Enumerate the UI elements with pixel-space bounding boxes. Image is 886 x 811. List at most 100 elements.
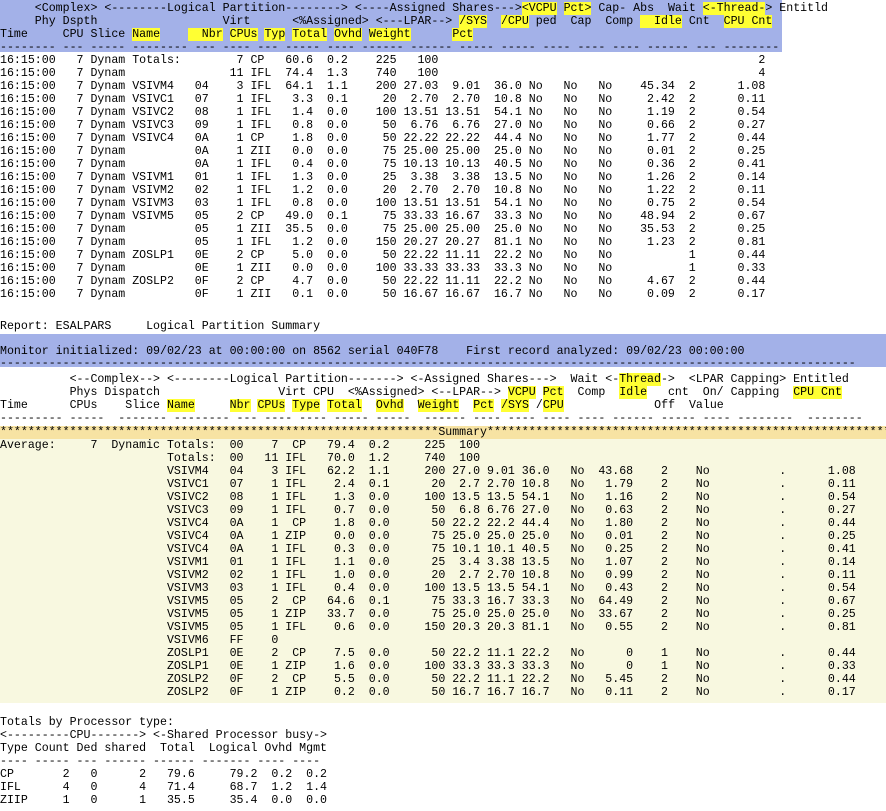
summary-header-line: --------- ----- ------- -------- --- ---…	[0, 412, 886, 425]
column-label-text: -------- --- ----- -------- --- ---- ---…	[0, 41, 780, 54]
highlighted-column-label: Idle	[640, 15, 682, 28]
summary-row: ZOSLP1 0E 2 CP 7.5 0.0 50 22.2 11.1 22.2…	[0, 647, 856, 660]
column-label-text	[362, 399, 376, 412]
header-line: <Complex> <--------Logical Partition----…	[0, 2, 886, 15]
highlighted-column-label: CPU Cnt	[723, 15, 773, 28]
highlighted-column-label: Idle	[619, 386, 648, 399]
highlighted-column-label: <VCPU	[521, 2, 557, 15]
table-row: 16:15:00 7 Dynam VSIVM3 03 1 IFL 0.8 0.0…	[0, 197, 766, 210]
table-row: 16:15:00 7 Dynam ZOSLP1 0E 2 CP 5.0 0.0 …	[0, 249, 766, 262]
summary-row: Average: 7 Dynamic Totals: 00 7 CP 79.4 …	[0, 439, 877, 452]
highlighted-column-label: Total	[327, 399, 362, 412]
highlighted-column-label: CPU Cnt	[793, 386, 842, 399]
column-label-text: Comp	[563, 386, 620, 399]
highlighted-column-label: CPUs	[229, 28, 258, 41]
summary-row: VSIVM5 05 1 IFL 0.6 0.0 150 20.3 20.3 81…	[0, 621, 856, 634]
column-label-text: --------- ----- ------- -------- --- ---…	[0, 412, 863, 425]
column-label-text: -> <LPAR Capping> Entitled	[660, 373, 849, 386]
table-row: 16:15:00 7 Dynam 05 1 IFL 1.2 0.0 150 20…	[0, 236, 766, 249]
summary-row: VSIVM1 01 1 IFL 1.1 0.0 25 3.4 3.38 13.5…	[0, 556, 856, 569]
table-row: 16:15:00 7 Dynam VSIVM4 04 3 IFL 64.1 1.…	[0, 80, 766, 93]
table-row: 16:15:00 7 Dynam VSIVM2 02 1 IFL 1.2 0.0…	[0, 184, 766, 197]
summary-row: ZOSLP1 0E 1 ZIP 1.6 0.0 100 33.3 33.3 33…	[0, 660, 856, 673]
summary-banner: ****************************************…	[0, 426, 886, 439]
highlighted-column-label: Typ	[264, 28, 286, 41]
summary-row: Totals: 00 11 IFL 70.0 1.2 740 100	[0, 452, 877, 465]
table-row: 16:15:00 7 Dynam ZOSLP2 0F 2 CP 4.7 0.0 …	[0, 275, 766, 288]
highlighted-column-label: Type	[292, 399, 321, 412]
summary-row: VSIVM4 04 3 IFL 62.2 1.1 200 27.0 9.01 3…	[0, 465, 856, 478]
highlighted-column-label: /CPU	[500, 15, 529, 28]
processor-row: ZIIP 1 0 1 35.5 35.4 0.0 0.0	[0, 794, 327, 807]
highlighted-column-label: Weight	[368, 28, 411, 41]
table-row: 16:15:00 7 Dynam 0A 1 ZII 0.0 0.0 75 25.…	[0, 145, 766, 158]
highlighted-column-label: Name	[132, 28, 161, 41]
column-label-text	[404, 399, 418, 412]
column-label-text	[487, 15, 501, 28]
highlighted-column-label: Total	[292, 28, 328, 41]
table-row: 16:15:00 7 Dynam 0E 1 ZII 0.0 0.0 100 33…	[0, 262, 766, 275]
table-row: 16:15:00 7 Dynam VSIVC2 08 1 IFL 1.4 0.0…	[0, 106, 766, 119]
highlighted-column-label: Pct>	[563, 2, 592, 15]
summary-row: VSIVM5 05 1 ZIP 33.7 0.0 75 25.0 25.0 25…	[0, 608, 856, 621]
summary-row: VSIVC4 0A 1 IFL 0.3 0.0 75 10.1 10.1 40.…	[0, 543, 856, 556]
table-row: 16:15:00 7 Dynam VSIVC1 07 1 IFL 3.3 0.1…	[0, 93, 766, 106]
highlighted-column-label: CPUs	[257, 399, 286, 412]
header-line: -------- --- ----- -------- --- ---- ---…	[0, 41, 886, 54]
table-row: 16:15:00 7 Dynam 0A 1 IFL 0.4 0.0 75 10.…	[0, 158, 766, 171]
processor-row: IFL 4 0 4 71.4 68.7 1.2 1.4	[0, 781, 327, 794]
highlighted-column-label: CPU	[542, 399, 564, 412]
separator-line: ----------------------------------------…	[0, 357, 856, 370]
highlighted-column-label: <-Thread-	[702, 2, 766, 15]
summary-header-line: <--Complex--> <--------Logical Partition…	[0, 373, 886, 386]
summary-row: ZOSLP2 0F 2 CP 5.5 0.0 50 22.2 11.1 22.2…	[0, 673, 856, 686]
summary-header-line: Phys Dispatch Virt CPU <%Assigned> <--LP…	[0, 386, 886, 399]
processor-row: CP 2 0 2 79.6 79.2 0.2 0.2	[0, 768, 327, 781]
table-row: 16:15:00 7 Dynam 0F 1 ZII 0.1 0.0 50 16.…	[0, 288, 766, 301]
column-label-text	[557, 2, 564, 15]
column-label-text: cnt On/ Capping	[647, 386, 794, 399]
summary-row: VSIVM6 FF 0	[0, 634, 849, 647]
summary-row: VSIVC1 07 1 IFL 2.4 0.1 20 2.7 2.70 10.8…	[0, 478, 856, 491]
processor-header-line: ---- ----- --- ------ ------ ------- ---…	[0, 755, 321, 768]
column-label-text	[362, 28, 369, 41]
column-label-text: Cnt	[681, 15, 724, 28]
processor-header-line: Type Count Ded shared Total Logical Ovhd…	[0, 742, 327, 755]
column-label-text: /	[528, 399, 543, 412]
summary-row: VSIVM5 05 2 CP 64.6 0.1 75 33.3 16.7 33.…	[0, 595, 856, 608]
summary-row: VSIVM3 03 1 IFL 0.4 0.0 100 13.5 13.5 54…	[0, 582, 856, 595]
column-label-text	[223, 28, 230, 41]
table-row: 16:15:00 7 Dynam Totals: 7 CP 60.6 0.2 2…	[0, 54, 766, 67]
summary-row: VSIVC2 08 1 IFL 1.3 0.0 100 13.5 13.5 54…	[0, 491, 856, 504]
summary-row: ZOSLP2 0F 1 ZIP 0.2 0.0 50 16.7 16.7 16.…	[0, 686, 856, 699]
highlighted-column-label: Ovhd	[375, 399, 404, 412]
column-label-text: > Entitld	[765, 2, 828, 15]
highlighted-column-label: Pct	[473, 399, 495, 412]
table-row: 16:15:00 7 Dynam VSIVC3 09 1 IFL 0.8 0.0…	[0, 119, 766, 132]
table-row: 16:15:00 7 Dynam VSIVM1 01 1 IFL 1.3 0.0…	[0, 171, 766, 184]
column-label-text: Phys Dispatch Virt CPU <%Assigned> <--LP…	[0, 386, 508, 399]
column-label-text	[195, 399, 230, 412]
processor-header-line: <---------CPU-------> <-Shared Processor…	[0, 729, 327, 742]
column-label-text: ped Cap Comp	[528, 15, 641, 28]
highlighted-column-label: Pct	[542, 386, 564, 399]
column-label-text: Off Value	[563, 399, 724, 412]
column-label-text	[411, 28, 453, 41]
summary-row: VSIVC4 0A 1 CP 1.8 0.0 50 22.2 22.2 44.4…	[0, 517, 856, 530]
column-label-text: Phy Dspth Virt <%Assigned> <---LPAR-->	[0, 15, 460, 28]
highlighted-column-label: /SYS	[459, 15, 488, 28]
column-label-text: Time CPUs Slice	[0, 399, 167, 412]
column-label-text: <--Complex--> <--------Logical Partition…	[0, 373, 620, 386]
highlighted-column-label: /SYS	[501, 399, 529, 412]
table-row: 16:15:00 7 Dynam VSIVM5 05 2 CP 49.0 0.1…	[0, 210, 766, 223]
highlighted-column-label: Ovhd	[334, 28, 362, 41]
column-label-text	[536, 386, 543, 399]
summary-row: VSIVC4 0A 1 ZIP 0.0 0.0 75 25.0 25.0 25.…	[0, 530, 856, 543]
highlighted-column-label: Thread	[619, 373, 661, 386]
highlighted-column-label: Nbr	[229, 399, 251, 412]
summary-row: VSIVC3 09 1 IFL 0.7 0.0 50 6.8 6.76 27.0…	[0, 504, 856, 517]
highlighted-column-label: VCPU	[507, 386, 536, 399]
column-label-text: Time CPU Slice	[0, 28, 133, 41]
processor-totals-title: Totals by Processor type:	[0, 716, 174, 729]
column-label-text: <Complex> <--------Logical Partition----…	[0, 2, 522, 15]
